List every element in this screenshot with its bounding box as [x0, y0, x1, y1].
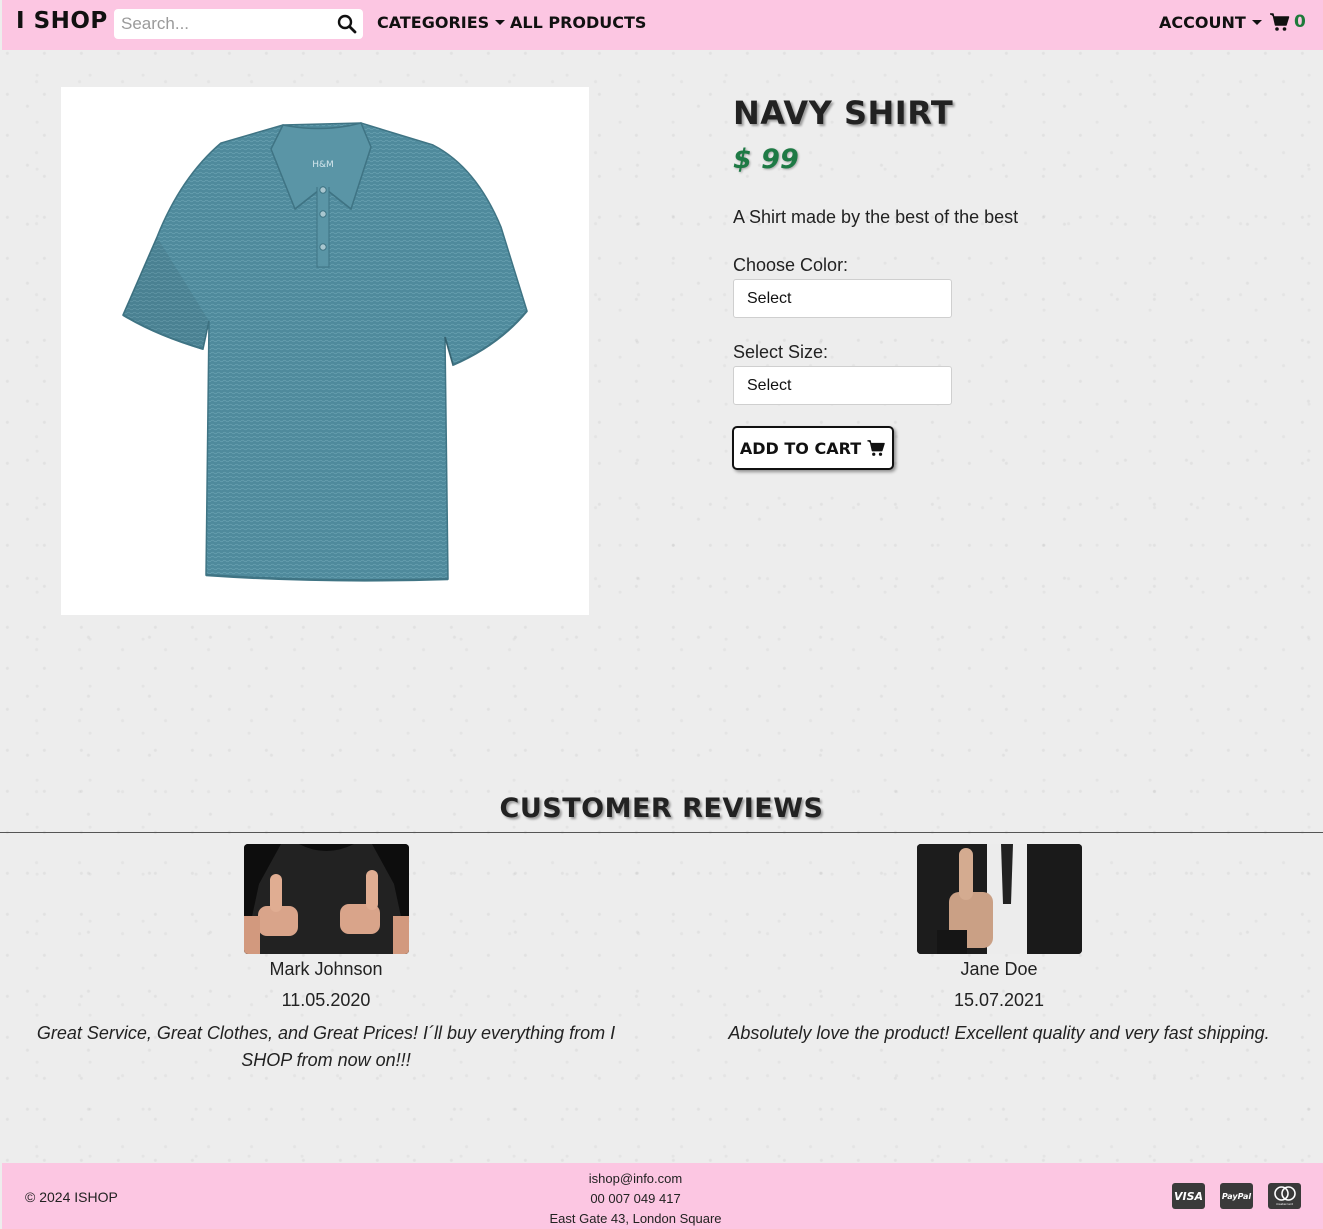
review-card: Mark Johnson 11.05.2020 Great Service, G…	[20, 844, 632, 1074]
visa-icon: VISA	[1172, 1183, 1205, 1209]
product-title: NAVY SHIRT	[733, 94, 954, 132]
account-label: ACCOUNT	[1159, 13, 1246, 32]
product-description: A Shirt made by the best of the best	[733, 207, 1019, 227]
navbar: I SHOP CATEGORIES ALL PRODUCTS ACCOUNT 0	[2, 0, 1323, 50]
shirt-illustration: H&M	[122, 122, 528, 582]
review-text: Great Service, Great Clothes, and Great …	[36, 1023, 616, 1070]
reviews-title: CUSTOMER REVIEWS	[499, 793, 824, 824]
all-products-label: ALL PRODUCTS	[510, 13, 647, 32]
reviewer-avatar	[243, 844, 409, 954]
search-box	[114, 9, 363, 39]
all-products-link[interactable]: ALL PRODUCTS	[510, 13, 646, 32]
review-date: 11.05.2020	[281, 990, 371, 1010]
contact-address: East Gate 43, London Square	[549, 1211, 722, 1226]
contact-info: ishop@info.com 00 007 049 417 East Gate …	[2, 1169, 1269, 1229]
add-to-cart-label: ADD TO CART	[739, 438, 862, 458]
categories-label: CATEGORIES	[377, 13, 490, 32]
reviewer-name: Mark Johnson	[269, 959, 383, 979]
footer: © 2024 ISHOP ishop@info.com 00 007 049 4…	[2, 1163, 1323, 1229]
caret-down-icon	[495, 20, 506, 25]
size-label: Select Size:	[733, 342, 829, 362]
shirt-logo: H&M	[312, 160, 334, 170]
thumbs-up-photo	[243, 844, 409, 954]
account-dropdown[interactable]: ACCOUNT	[1159, 13, 1262, 32]
caret-down-icon	[1251, 20, 1262, 25]
cart-link[interactable]: 0	[1269, 12, 1306, 32]
review-card: Jane Doe 15.07.2021 Absolutely love the …	[693, 844, 1305, 1047]
reviewer-name: Jane Doe	[960, 959, 1038, 979]
mastercard-circles	[1273, 1186, 1296, 1201]
cart-icon	[1270, 13, 1290, 31]
review-date: 15.07.2021	[953, 990, 1045, 1010]
payment-methods: VISA PayPal mastercard	[1172, 1183, 1301, 1209]
add-to-cart-button[interactable]: ADD TO CART	[732, 426, 894, 470]
contact-phone: 00 007 049 417	[590, 1191, 681, 1206]
product-image: H&M	[61, 87, 589, 615]
categories-dropdown[interactable]: CATEGORIES	[377, 13, 506, 32]
review-text: Absolutely love the product! Excellent q…	[728, 1023, 1270, 1043]
contact-email[interactable]: ishop@info.com	[2, 1169, 1269, 1189]
color-label: Choose Color:	[733, 255, 849, 275]
size-select[interactable]: Select	[733, 366, 952, 405]
cart-count: 0	[1294, 12, 1306, 32]
search-input[interactable]	[114, 10, 329, 38]
paypal-icon: PayPal	[1220, 1183, 1253, 1209]
search-icon[interactable]	[337, 14, 357, 34]
mastercard-icon: mastercard	[1268, 1183, 1301, 1209]
reviewer-avatar	[916, 844, 1082, 954]
reviews-divider	[0, 832, 1323, 833]
product-price: $ 99	[733, 144, 799, 175]
color-select[interactable]: Select	[733, 279, 952, 318]
thumbs-up-photo	[916, 844, 1082, 954]
brand-logo[interactable]: I SHOP	[16, 8, 108, 34]
cart-icon	[867, 440, 885, 456]
